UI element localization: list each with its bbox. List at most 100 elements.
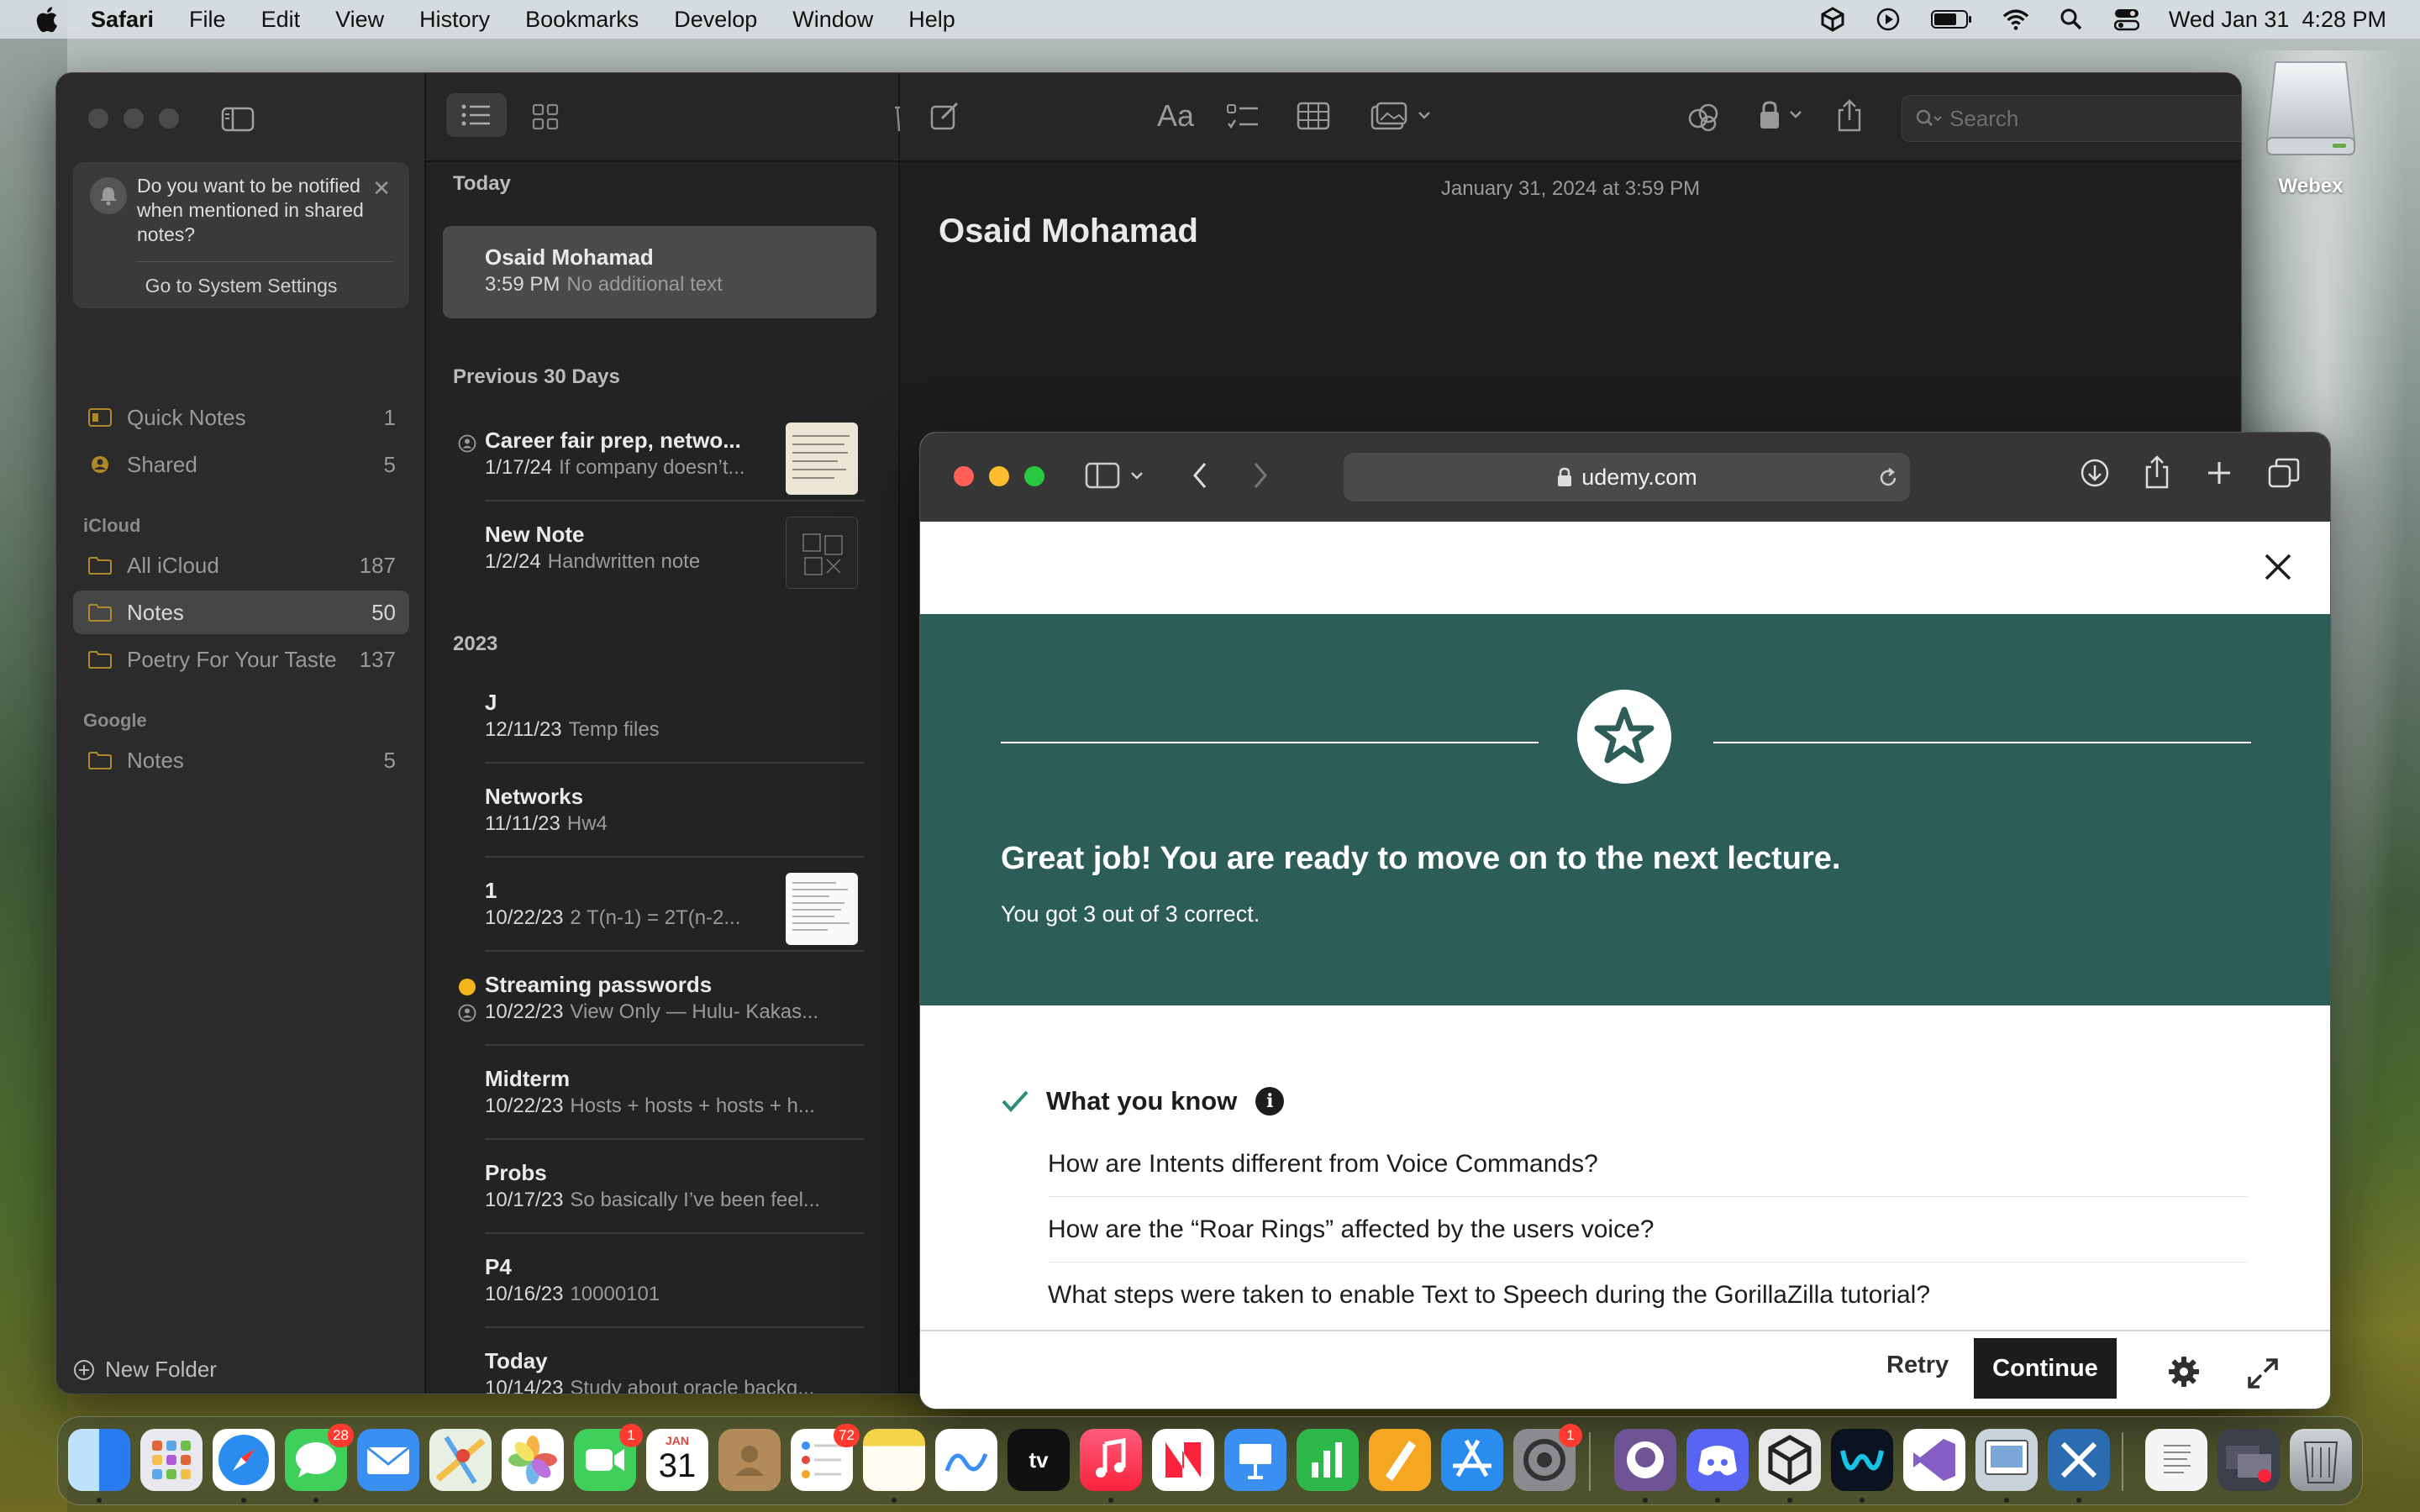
unity-hub-icon[interactable] [1759,1429,1821,1491]
notes-zoom-button[interactable] [159,108,179,129]
note-body-title[interactable]: Osaid Mohamad [939,213,1198,250]
sidebar-item-shared[interactable]: Shared 5 [73,443,409,486]
safari-close-button[interactable] [954,466,974,486]
reload-icon[interactable] [1876,466,1900,490]
notes-search-input[interactable]: Search [1902,95,2241,142]
list-item[interactable]: Midterm 10/22/23 Hosts + hosts + hosts + … [443,1047,876,1140]
news-icon[interactable] [1152,1429,1214,1491]
preview-icon[interactable] [1975,1429,2038,1491]
contacts-icon[interactable] [718,1429,781,1491]
menu-edit[interactable]: Edit [261,7,301,33]
list-view-button[interactable] [446,93,507,137]
forward-icon[interactable] [1251,461,1270,490]
list-item[interactable]: Networks 11/11/23 Hw4 [443,765,876,858]
note-item-selected[interactable]: Osaid Mohamad 3:59 PM No additional text [443,226,876,318]
gallery-view-icon[interactable] [532,103,559,130]
messages-icon[interactable]: 28 [285,1424,354,1491]
address-bar[interactable]: udemy.com [1344,453,1910,501]
menu-view[interactable]: View [335,7,384,33]
close-icon[interactable] [2260,549,2296,585]
pages-icon[interactable] [1369,1429,1431,1491]
github-desktop-icon[interactable] [1614,1429,1676,1491]
calendar-icon[interactable]: JAN 31 [646,1429,708,1491]
safari-sidebar-icon[interactable] [1085,461,1152,490]
webex-drive-icon[interactable] [2264,59,2358,158]
music-icon[interactable] [1080,1429,1142,1491]
collaborate-icon[interactable] [1686,100,1720,134]
control-center-icon[interactable] [2113,6,2140,33]
visual-studio-icon[interactable] [1903,1429,1965,1491]
notification-close-icon[interactable]: ✕ [372,176,391,202]
table-icon[interactable] [1297,102,1330,130]
list-item[interactable]: P4 10/16/23 10000101 [443,1236,876,1328]
list-item[interactable]: Career fair prep, netwo... 1/17/24 If com… [443,409,876,501]
expand-icon[interactable] [2246,1357,2280,1390]
menu-app-name[interactable]: Safari [91,7,154,33]
notes-minimize-button[interactable] [124,108,144,129]
menu-file[interactable]: File [189,7,226,33]
document-stack-icon[interactable] [2145,1429,2207,1491]
safari-icon[interactable] [213,1429,275,1491]
keynote-icon[interactable] [1224,1429,1286,1491]
sidebar-item-notes[interactable]: Notes 50 [73,591,409,634]
wifi-icon[interactable] [2002,6,2029,33]
menu-help[interactable]: Help [908,7,955,33]
tab-overview-icon[interactable] [2268,458,2300,488]
freeform-icon[interactable] [935,1429,997,1491]
go-to-system-settings-link[interactable]: Go to System Settings [73,275,409,297]
format-text-icon[interactable]: Aa [1157,98,1194,134]
mail-icon[interactable] [357,1429,419,1491]
list-item[interactable]: 1 10/22/23 2 T(n-1) = 2T(n-2... [443,859,876,952]
media-play-icon[interactable] [1875,6,1902,33]
app-store-icon[interactable] [1441,1429,1503,1491]
xcode-tools-icon[interactable] [2048,1429,2110,1491]
webex-icon[interactable] [1831,1429,1893,1491]
finder-icon[interactable] [68,1429,130,1491]
safari-share-icon[interactable] [2144,454,2170,490]
sidebar-item-google-notes[interactable]: Notes 5 [73,738,409,782]
menu-clock[interactable]: Wed Jan 31 4:28 PM [2169,7,2386,33]
notes-app-icon[interactable] [863,1429,925,1491]
downloads-icon[interactable] [2080,458,2110,488]
discord-icon[interactable] [1686,1429,1749,1491]
sidebar-item-all-icloud[interactable]: All iCloud 187 [73,543,409,587]
safari-minimize-button[interactable] [989,466,1009,486]
system-settings-icon[interactable]: 1 [1513,1424,1582,1491]
safari-zoom-button[interactable] [1024,466,1044,486]
launchpad-icon[interactable] [140,1429,203,1491]
menu-window[interactable]: Window [792,7,873,33]
list-item[interactable]: Streaming passwords 10/22/23 View Only — … [443,953,876,1046]
list-item[interactable]: Probs 10/17/23 So basically I’ve been fee… [443,1142,876,1234]
apple-menu-icon[interactable] [34,6,59,33]
checklist-icon[interactable] [1226,102,1260,132]
lock-icon[interactable] [1759,100,1809,130]
notes-close-button[interactable] [88,108,108,129]
new-tab-icon[interactable] [2206,459,2233,486]
sidebar-item-quick-notes[interactable]: Quick Notes 1 [73,396,409,439]
sidebar-toggle-icon[interactable] [221,107,255,132]
compose-icon[interactable] [930,102,960,130]
menu-history[interactable]: History [419,7,490,33]
battery-icon[interactable] [1930,6,1974,33]
numbers-icon[interactable] [1297,1429,1359,1491]
spotlight-search-icon[interactable] [2058,6,2085,33]
photos-icon[interactable] [502,1429,564,1491]
sidebar-item-poetry[interactable]: Poetry For Your Taste 137 [73,638,409,681]
menu-develop[interactable]: Develop [674,7,757,33]
list-item[interactable]: J 12/11/23 Temp files [443,671,876,764]
maps-icon[interactable] [429,1429,492,1491]
list-item[interactable]: New Note 1/2/24 Handwritten note [443,503,876,596]
menu-bookmarks[interactable]: Bookmarks [525,7,639,33]
reminders-icon[interactable]: 72 [791,1424,860,1491]
media-insert-icon[interactable] [1370,102,1438,130]
info-icon[interactable]: i [1255,1087,1285,1116]
settings-gear-icon[interactable] [2167,1355,2201,1389]
screenshots-stack-icon[interactable] [2217,1429,2280,1491]
back-icon[interactable] [1191,461,1209,490]
new-folder-button[interactable]: New Folder [73,1357,217,1383]
trash-bin-icon[interactable] [2290,1429,2352,1491]
list-item[interactable]: Today 10/14/23 Study about oracle backg..… [443,1330,876,1394]
apple-tv-icon[interactable]: tv [1007,1429,1070,1491]
facetime-icon[interactable]: 1 [574,1424,643,1491]
retry-button[interactable]: Retry [1886,1352,1949,1379]
